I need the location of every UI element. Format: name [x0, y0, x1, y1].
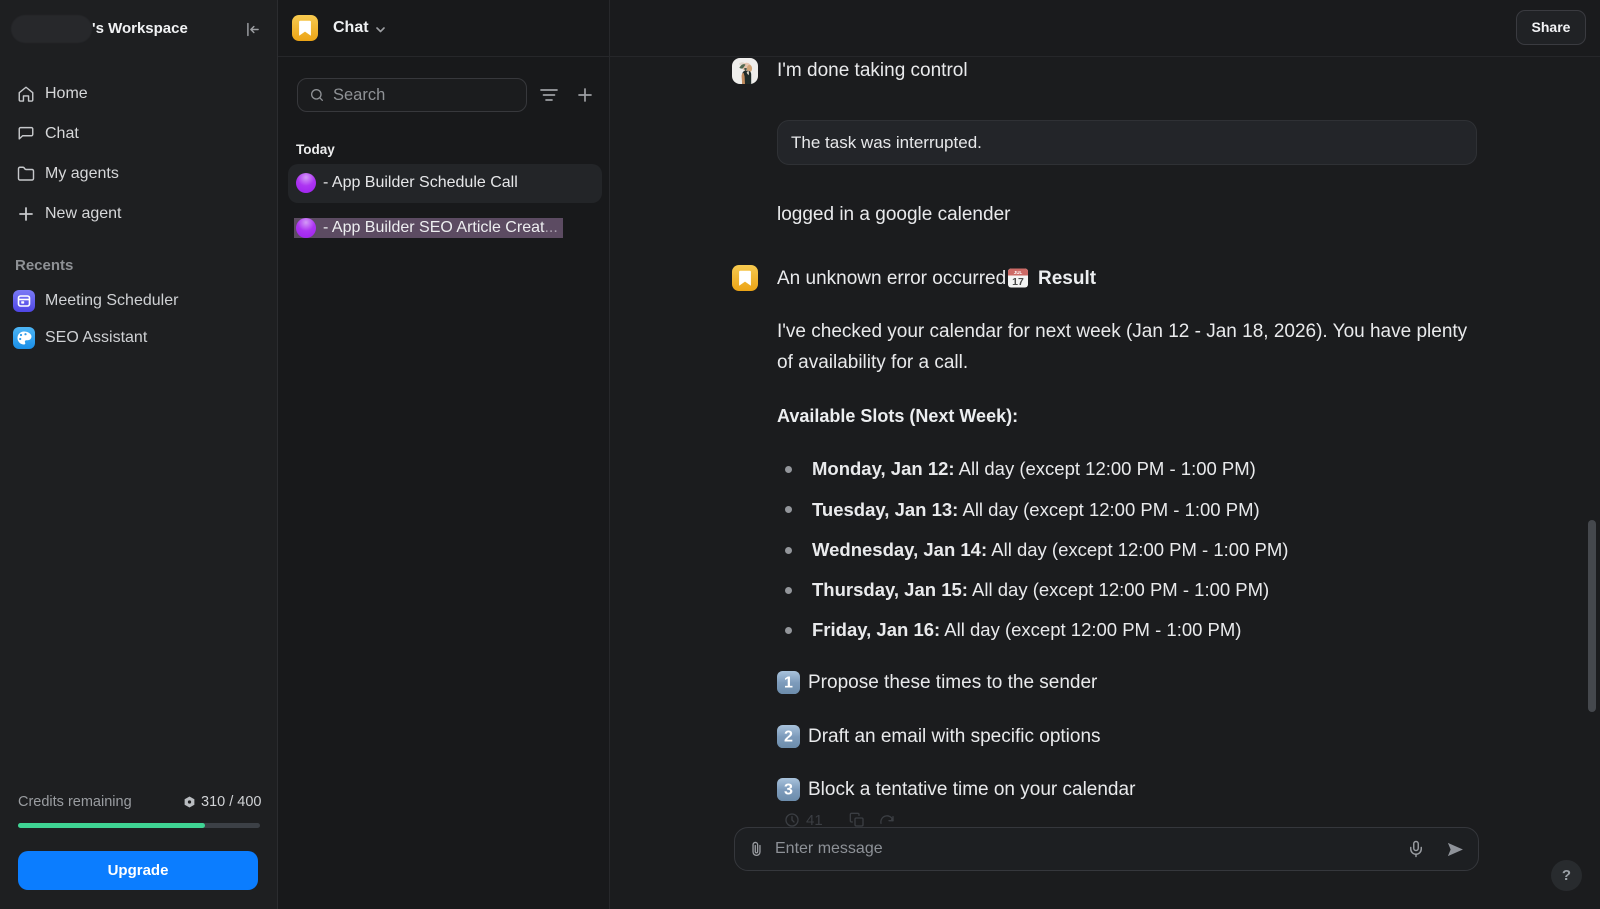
svg-text:17: 17: [1012, 276, 1024, 288]
svg-text:1: 1: [784, 674, 793, 692]
svg-text:JUL: JUL: [1014, 270, 1023, 275]
svg-text:3: 3: [784, 781, 793, 799]
svg-text:2: 2: [784, 728, 793, 746]
